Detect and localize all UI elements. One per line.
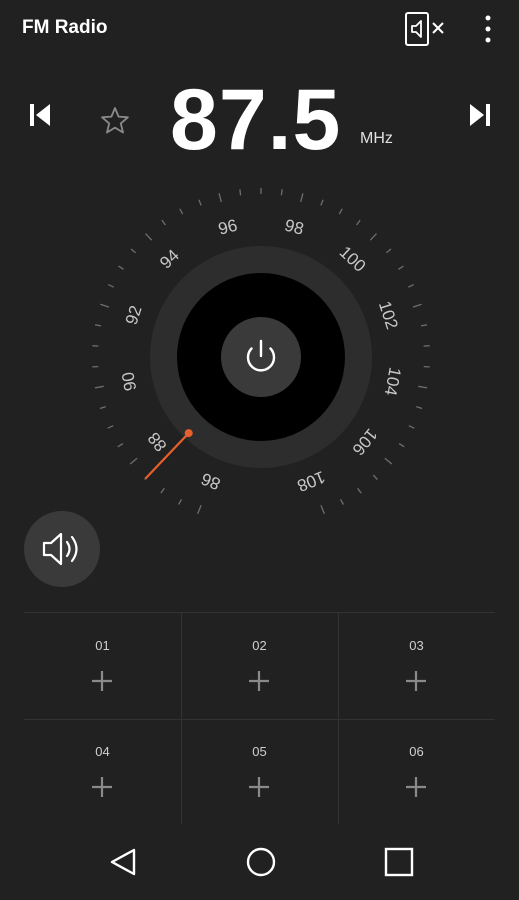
fm-radio-screen: FM Radio 87.5 MHz 86 88 90 92 94 96 98 1…	[0, 0, 519, 900]
system-nav-bar	[0, 824, 519, 900]
dial-tick	[94, 324, 102, 327]
dial-tick	[418, 385, 428, 389]
dial-tick	[320, 199, 324, 206]
nav-recents-button[interactable]	[379, 842, 419, 882]
dial-label: 88	[144, 428, 171, 455]
dial-tick	[100, 303, 110, 308]
dial-label: 104	[381, 366, 405, 397]
dial-label: 98	[283, 216, 306, 239]
dial-tick	[384, 457, 393, 465]
sound-output-button[interactable]	[24, 511, 100, 587]
dial-tick	[369, 233, 377, 241]
nav-back-button[interactable]	[104, 842, 144, 882]
dial-tick	[218, 193, 222, 203]
dial-tick	[178, 498, 183, 505]
dial-tick	[94, 385, 104, 389]
dial-tick	[107, 425, 114, 429]
add-icon	[406, 671, 426, 691]
dial-tick	[420, 324, 428, 327]
add-icon	[92, 777, 112, 797]
add-icon	[406, 777, 426, 797]
dial-label: 100	[336, 242, 370, 275]
volume-up-icon	[42, 532, 78, 566]
preset-number: 05	[252, 744, 267, 759]
nav-home-button[interactable]	[241, 842, 281, 882]
dial-tick	[385, 248, 392, 254]
needle-knob[interactable]	[184, 429, 193, 438]
preset-slot-04[interactable]: 04	[24, 719, 181, 825]
dial-tick	[198, 199, 202, 206]
power-button[interactable]	[221, 317, 301, 397]
dial-tick	[129, 457, 138, 465]
back-triangle-icon	[110, 848, 136, 876]
preset-slot-01[interactable]: 01	[24, 613, 181, 719]
dial-tick	[108, 284, 114, 288]
dial-tick	[99, 405, 106, 410]
dial-tick	[408, 284, 414, 288]
dial-label: 86	[198, 469, 223, 494]
home-circle-icon	[246, 847, 276, 877]
dial-tick	[161, 219, 166, 226]
dial-tick	[408, 425, 415, 429]
dial-tick	[160, 487, 165, 494]
preset-slot-05[interactable]: 05	[181, 719, 338, 825]
preset-slot-06[interactable]: 06	[338, 719, 495, 825]
dial-tick	[197, 505, 202, 514]
add-icon	[249, 777, 269, 797]
dial-label: 108	[294, 467, 327, 495]
dial-label: 90	[118, 370, 140, 392]
preset-number: 03	[409, 638, 424, 653]
dial-tick	[339, 498, 344, 505]
dial-tick	[357, 487, 362, 494]
dial-tick	[398, 265, 404, 270]
preset-slot-03[interactable]: 03	[338, 613, 495, 719]
preset-number: 02	[252, 638, 267, 653]
dial-label: 92	[122, 303, 146, 327]
preset-slot-02[interactable]: 02	[181, 613, 338, 719]
dial-tick	[118, 265, 124, 270]
dial-tick	[356, 219, 361, 226]
dial-tick	[130, 248, 137, 254]
dial-tick	[145, 233, 153, 241]
dial-tick	[280, 189, 283, 196]
preset-number: 04	[95, 744, 110, 759]
dial-tick	[412, 303, 422, 308]
tuning-dial[interactable]: 86 88 90 92 94 96 98 100102 104 106 108	[0, 0, 519, 520]
add-icon	[92, 671, 112, 691]
preset-number: 06	[409, 744, 424, 759]
dial-label: 102	[375, 299, 402, 332]
dial-tick	[372, 474, 378, 480]
preset-grid: 01 02 03 04 05 06	[24, 612, 495, 825]
dial-tick	[416, 405, 423, 410]
dial-tick	[300, 193, 304, 203]
recents-square-icon	[384, 847, 414, 877]
dial-label: 94	[156, 246, 183, 273]
preset-number: 01	[95, 638, 110, 653]
dial-label: 96	[216, 216, 239, 239]
dial-tick	[398, 443, 405, 448]
dial-tick	[117, 443, 124, 448]
dial-tick	[338, 208, 343, 215]
dial-label: 106	[348, 425, 381, 459]
dial-tick	[320, 505, 325, 514]
dial-tick	[179, 208, 184, 215]
dial-tick	[239, 189, 242, 196]
add-icon	[249, 671, 269, 691]
